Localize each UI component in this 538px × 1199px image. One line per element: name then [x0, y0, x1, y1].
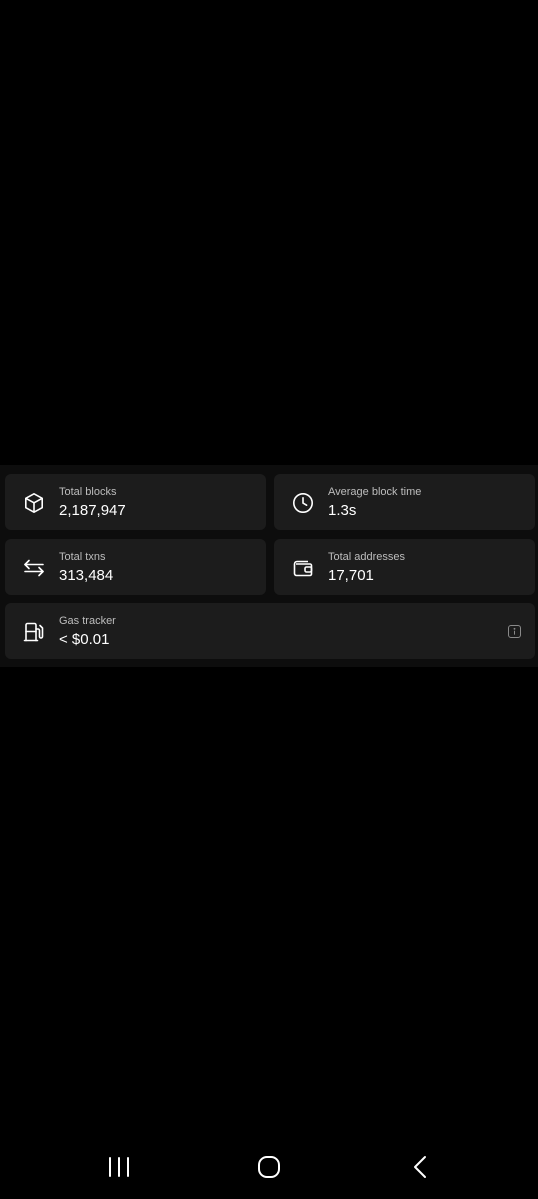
info-icon[interactable] [508, 625, 521, 638]
average-block-time-card[interactable]: Average block time 1.3s [274, 474, 535, 530]
average-block-time-label: Average block time [328, 486, 422, 498]
total-addresses-card[interactable]: Total addresses 17,701 [274, 539, 535, 595]
total-addresses-label: Total addresses [328, 551, 406, 563]
stats-panel: Total blocks 2,187,947 Average block tim… [0, 465, 538, 667]
gas-tracker-label: Gas tracker [59, 615, 116, 627]
back-icon[interactable] [400, 1151, 440, 1183]
total-txns-label: Total txns [59, 551, 106, 563]
gas-tracker-value: < $0.01 [59, 631, 110, 648]
gas-tracker-card[interactable]: Gas tracker < $0.01 [5, 603, 535, 659]
recent-apps-icon[interactable] [99, 1151, 139, 1183]
total-addresses-value: 17,701 [328, 567, 374, 584]
home-icon[interactable] [249, 1151, 289, 1183]
average-block-time-value: 1.3s [328, 502, 357, 519]
total-txns-value: 313,484 [59, 567, 114, 584]
total-blocks-card[interactable]: Total blocks 2,187,947 [5, 474, 266, 530]
system-nav-bar [0, 1135, 538, 1199]
transfer-arrows-icon [21, 555, 47, 581]
total-txns-card[interactable]: Total txns 313,484 [5, 539, 266, 595]
clock-icon [290, 490, 316, 516]
wallet-icon [290, 555, 316, 581]
total-blocks-value: 2,187,947 [59, 502, 126, 519]
total-blocks-label: Total blocks [59, 486, 117, 498]
gas-pump-icon [21, 619, 47, 645]
cube-icon [21, 490, 47, 516]
